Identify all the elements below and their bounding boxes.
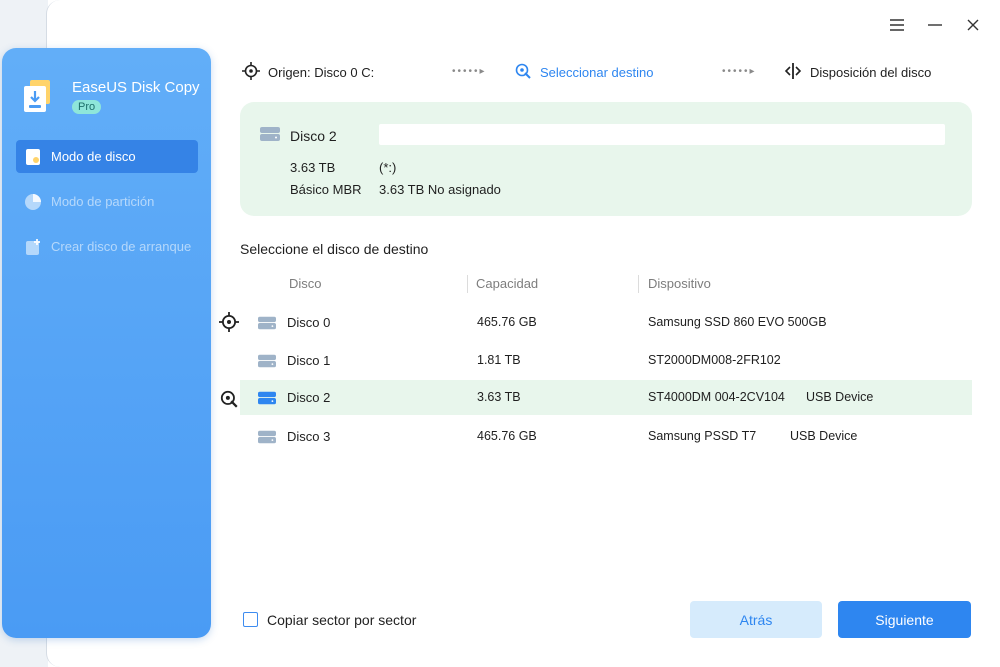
crosshair-icon (242, 62, 262, 82)
column-separator (638, 275, 639, 293)
column-header-disk: Disco (289, 276, 322, 291)
target-select-icon (514, 62, 534, 82)
disk-icon (258, 354, 276, 368)
row-capacity: 1.81 TB (477, 353, 521, 367)
disk-icon (260, 127, 280, 146)
step-connector: •••••▸ (722, 66, 757, 77)
row-device: ST2000DM008-2FR102 (648, 353, 781, 367)
row-capacity: 3.63 TB (477, 390, 521, 404)
selected-disk-partition: (*:) (379, 160, 397, 175)
selected-disk-size: 3.63 TB (290, 160, 336, 175)
layout-icon (784, 62, 804, 82)
disk-icon (258, 391, 276, 405)
row-device-extra: USB Device (790, 429, 858, 443)
sidebar-item-disk-mode[interactable]: Modo de disco (16, 140, 198, 173)
disk-icon (258, 430, 276, 444)
sidebar: EaseUS Disk Copy Pro Modo de disco Modo … (2, 48, 211, 638)
row-device: Samsung PSSD T7 (648, 429, 757, 443)
minimize-icon[interactable] (922, 12, 948, 38)
selected-disk-type: Básico MBR (290, 182, 362, 197)
row-disk-name: Disco 0 (287, 315, 331, 330)
close-icon[interactable] (960, 12, 986, 38)
edition-badge: Pro (72, 100, 102, 114)
disk-icon (258, 316, 276, 330)
row-disk-name: Disco 2 (287, 390, 331, 405)
disk-partition-bar (379, 124, 945, 145)
app-title: EaseUS Disk Copy (72, 79, 200, 96)
selected-disk-name: Disco 2 (290, 128, 337, 144)
sidebar-item-label: Crear disco de arranque (51, 239, 192, 254)
step-label: Disposición del disco (810, 64, 932, 80)
table-row[interactable]: Disco 1 1.81 TB ST2000DM008-2FR102 (240, 343, 972, 378)
selected-disk-unallocated: 3.63 TB No asignado (379, 182, 501, 197)
selected-disk-card: Disco 2 3.63 TB (*:) Básico MBR 3.63 TB … (240, 102, 972, 216)
step-label: Seleccionar destino (540, 64, 654, 80)
table-row[interactable]: Disco 3 465.76 GB Samsung PSSD T7 USB De… (240, 419, 972, 454)
row-disk-name: Disco 1 (287, 353, 331, 368)
column-header-device: Dispositivo (648, 276, 711, 291)
bootable-disk-icon (24, 238, 42, 256)
source-crosshair-icon (219, 312, 239, 332)
row-device-extra: USB Device (806, 390, 874, 404)
sidebar-item-partition-mode[interactable]: Modo de partición (16, 185, 198, 218)
step-label: Origen: Disco 0 C: (268, 64, 375, 80)
column-separator (467, 275, 468, 293)
app-logo-icon (22, 78, 58, 114)
sidebar-item-bootable-disk[interactable]: Crear disco de arranque (16, 230, 198, 263)
destination-title: Seleccione el disco de destino (240, 241, 429, 257)
disk-mode-icon (24, 148, 42, 166)
row-disk-name: Disco 3 (287, 429, 331, 444)
sidebar-item-label: Modo de disco (51, 149, 136, 164)
step-select-destination: Seleccionar destino (514, 62, 653, 82)
copy-sector-checkbox[interactable] (243, 612, 258, 627)
destination-target-icon (219, 389, 239, 409)
next-button[interactable]: Siguiente (838, 601, 971, 638)
copy-sector-label: Copiar sector por sector (267, 612, 417, 628)
partition-mode-icon (24, 193, 42, 211)
back-button[interactable]: Atrás (690, 601, 822, 638)
table-row[interactable]: Disco 0 465.76 GB Samsung SSD 860 EVO 50… (240, 305, 972, 340)
row-device: Samsung SSD 860 EVO 500GB (648, 315, 827, 329)
step-disk-layout: Disposición del disco (784, 62, 931, 82)
table-row-selected[interactable]: Disco 2 3.63 TB ST4000DM 004-2CV104 USB … (240, 380, 972, 415)
row-capacity: 465.76 GB (477, 315, 537, 329)
sidebar-item-label: Modo de partición (51, 194, 155, 209)
row-capacity: 465.76 GB (477, 429, 537, 443)
step-connector: •••••▸ (452, 66, 487, 77)
step-source: Origen: Disco 0 C: (242, 62, 374, 82)
menu-icon[interactable] (884, 12, 910, 38)
row-device: ST4000DM 004-2CV104 (648, 390, 785, 404)
column-header-capacity: Capacidad (476, 276, 539, 291)
